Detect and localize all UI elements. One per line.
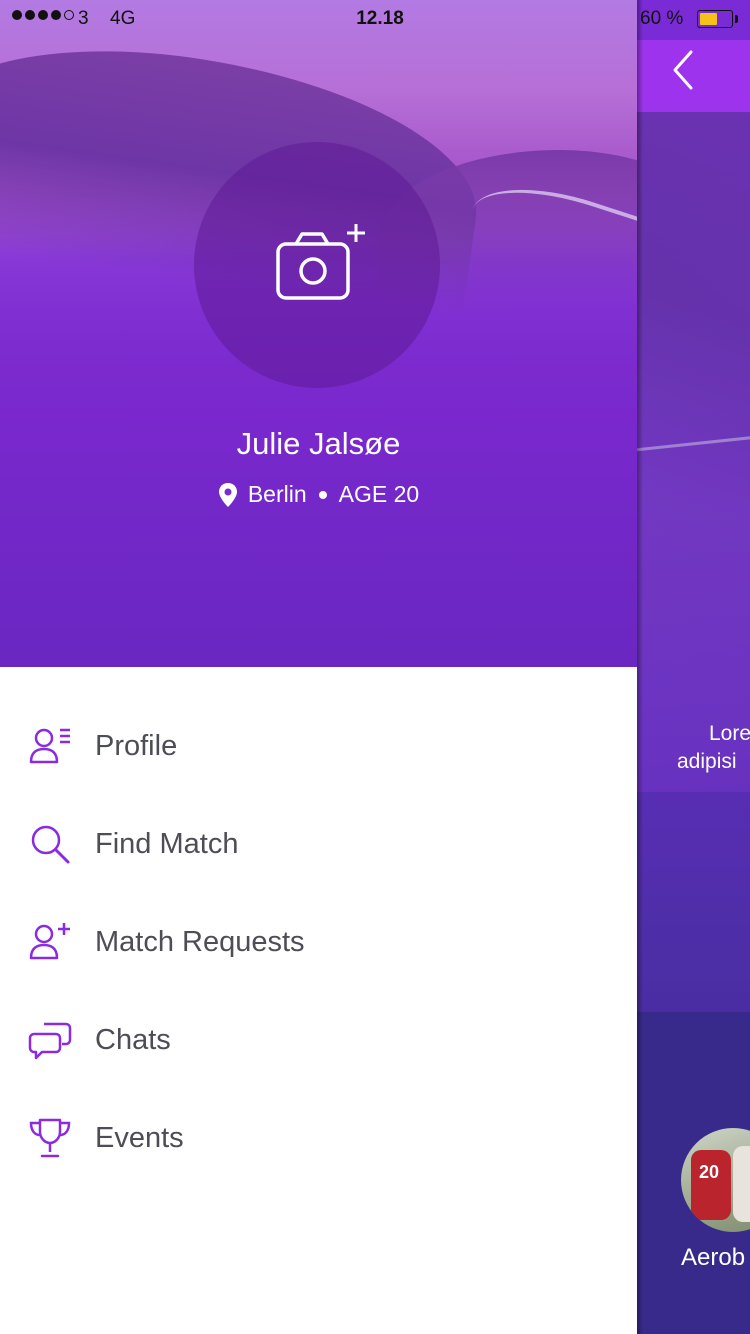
menu-item-profile[interactable]: Profile	[0, 697, 637, 795]
menu-item-match-requests[interactable]: Match Requests	[0, 893, 637, 991]
user-city: Berlin	[247, 481, 307, 507]
menu-item-find-match[interactable]: Find Match	[0, 795, 637, 893]
side-drawer: Julie Jalsøe Berlin AGE 20 Profile Find …	[0, 0, 637, 1334]
user-age: AGE 20	[338, 481, 420, 507]
profile-header: Julie Jalsøe Berlin AGE 20	[0, 0, 637, 667]
background-screen: Lore adipisi 20 Aerob	[637, 0, 750, 1334]
separator-dot	[318, 490, 327, 499]
menu-item-events[interactable]: Events	[0, 1089, 637, 1187]
drawer-shadow	[637, 0, 643, 1334]
menu-label-chats: Chats	[95, 1023, 171, 1056]
profile-icon	[29, 728, 70, 764]
status-bar: 3 4G 12.18 60 %	[0, 0, 750, 40]
jersey-number: 20	[699, 1162, 720, 1182]
search-icon	[31, 825, 70, 864]
background-hero-image	[637, 112, 750, 792]
menu-label-find-match: Find Match	[95, 827, 239, 860]
drawer-menu: Profile Find Match Match Requests Chats …	[0, 697, 637, 1187]
chat-icon	[28, 1022, 72, 1060]
chevron-left-icon	[673, 50, 693, 90]
trophy-icon	[29, 1118, 71, 1158]
menu-label-profile: Profile	[95, 729, 178, 762]
battery-percentage: 60 %	[640, 8, 684, 29]
menu-label-match-requests: Match Requests	[95, 925, 305, 958]
menu-label-events: Events	[95, 1121, 184, 1154]
location-pin-icon	[218, 482, 237, 507]
menu-item-chats[interactable]: Chats	[0, 991, 637, 1089]
background-description: Lore adipisi	[677, 722, 750, 773]
camera-add-icon	[276, 224, 365, 300]
user-name: Julie Jalsøe	[236, 426, 401, 461]
event-label: Aerob	[681, 1244, 746, 1271]
battery-icon	[697, 10, 738, 28]
clock: 12.18	[356, 8, 404, 29]
back-button[interactable]	[667, 48, 707, 92]
add-photo-button[interactable]	[194, 142, 440, 388]
add-user-icon	[29, 923, 70, 960]
user-meta: Berlin AGE 20	[0, 481, 637, 508]
